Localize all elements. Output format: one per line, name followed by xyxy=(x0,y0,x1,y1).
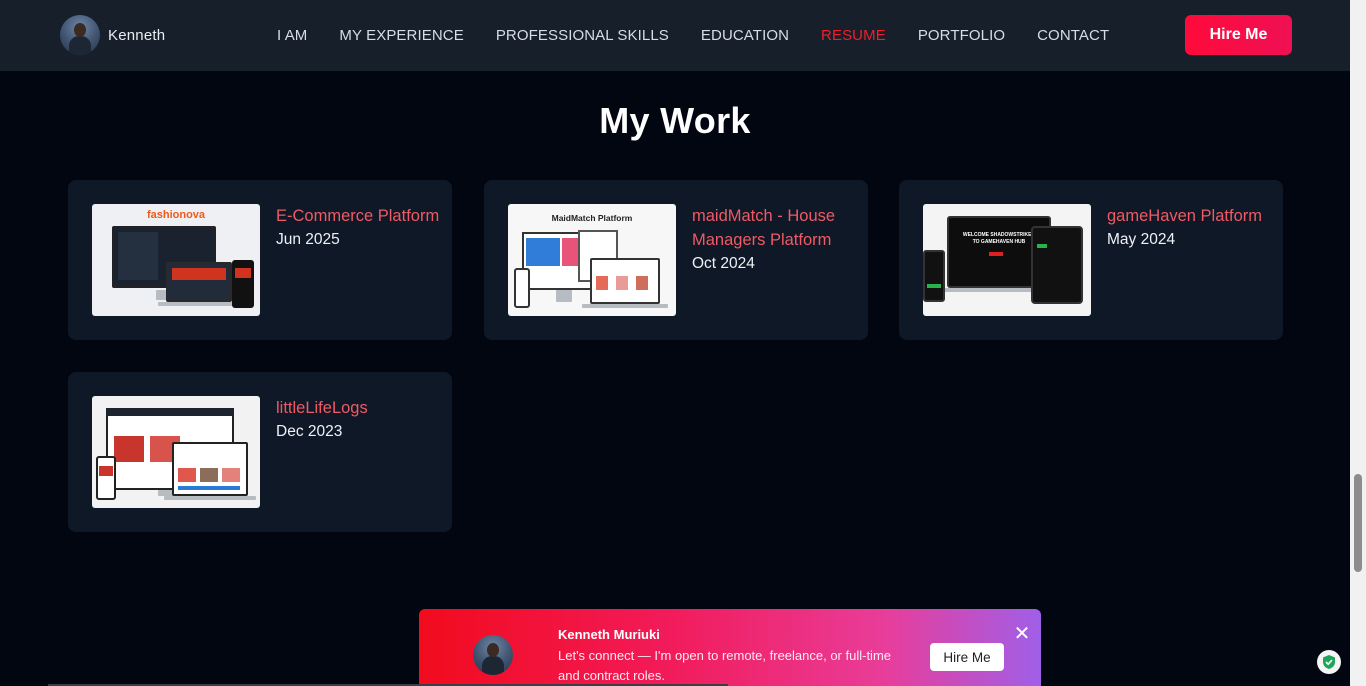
project-thumbnail xyxy=(92,396,260,508)
project-info: littleLifeLogs Dec 2023 xyxy=(276,396,441,444)
project-title[interactable]: littleLifeLogs xyxy=(276,396,441,420)
hire-popup: Kenneth Muriuki Let's connect — I'm open… xyxy=(419,609,1041,686)
project-title[interactable]: E-Commerce Platform xyxy=(276,204,441,228)
popup-name: Kenneth Muriuki xyxy=(558,627,660,642)
project-thumbnail: fashionova xyxy=(92,204,260,316)
popup-hire-button[interactable]: Hire Me xyxy=(930,643,1004,671)
popup-message: Let's connect — I'm open to remote, free… xyxy=(558,648,892,683)
section-title: My Work xyxy=(599,100,751,141)
nav-links: I AM MY EXPERIENCE PROFESSIONAL SKILLS E… xyxy=(261,0,1125,71)
nav-link-skills[interactable]: PROFESSIONAL SKILLS xyxy=(480,27,685,44)
thumb-logo-text: WELCOME SHADOWSTRIKER TO GAMEHAVEN HUB xyxy=(962,232,1036,245)
shield-icon[interactable] xyxy=(1317,650,1341,674)
project-date: Dec 2023 xyxy=(276,423,343,440)
brand-name: Kenneth xyxy=(108,26,166,44)
close-icon[interactable]: ✕ xyxy=(1013,624,1031,644)
project-date: Jun 2025 xyxy=(276,231,340,248)
project-card[interactable]: MaidMatch Platform maidMatch - House Man… xyxy=(484,180,868,340)
scrollbar-track[interactable] xyxy=(1350,0,1366,686)
scrollbar-thumb[interactable] xyxy=(1354,474,1362,572)
project-card[interactable]: littleLifeLogs Dec 2023 xyxy=(68,372,452,532)
thumb-logo-text: fashionova xyxy=(146,209,206,221)
project-card[interactable]: fashionova E-Commerce Platform Jun 2025 xyxy=(68,180,452,340)
nav-link-portfolio[interactable]: PORTFOLIO xyxy=(902,27,1021,44)
project-thumbnail: MaidMatch Platform xyxy=(508,204,676,316)
popup-avatar xyxy=(473,635,513,675)
project-card[interactable]: WELCOME SHADOWSTRIKER TO GAMEHAVEN HUB g… xyxy=(899,180,1283,340)
project-info: E-Commerce Platform Jun 2025 xyxy=(276,204,441,252)
page: Kenneth I AM MY EXPERIENCE PROFESSIONAL … xyxy=(0,0,1366,686)
brand[interactable]: Kenneth xyxy=(60,15,165,55)
project-thumbnail: WELCOME SHADOWSTRIKER TO GAMEHAVEN HUB xyxy=(923,204,1091,316)
project-title[interactable]: gameHaven Platform xyxy=(1107,204,1272,228)
project-info: gameHaven Platform May 2024 xyxy=(1107,204,1272,252)
nav-link-i-am[interactable]: I AM xyxy=(261,27,323,44)
project-date: Oct 2024 xyxy=(692,255,755,272)
avatar xyxy=(60,15,100,55)
project-info: maidMatch - House Managers Platform Oct … xyxy=(692,204,857,276)
thumb-logo-text: MaidMatch Platform xyxy=(551,213,633,223)
project-date: May 2024 xyxy=(1107,231,1176,248)
nav-link-education[interactable]: EDUCATION xyxy=(685,27,805,44)
nav-link-contact[interactable]: CONTACT xyxy=(1021,27,1125,44)
nav-link-resume[interactable]: RESUME xyxy=(805,27,902,44)
hire-me-button[interactable]: Hire Me xyxy=(1185,15,1292,55)
nav-link-experience[interactable]: MY EXPERIENCE xyxy=(323,27,479,44)
navbar: Kenneth I AM MY EXPERIENCE PROFESSIONAL … xyxy=(0,0,1350,71)
project-title[interactable]: maidMatch - House Managers Platform xyxy=(692,204,857,252)
